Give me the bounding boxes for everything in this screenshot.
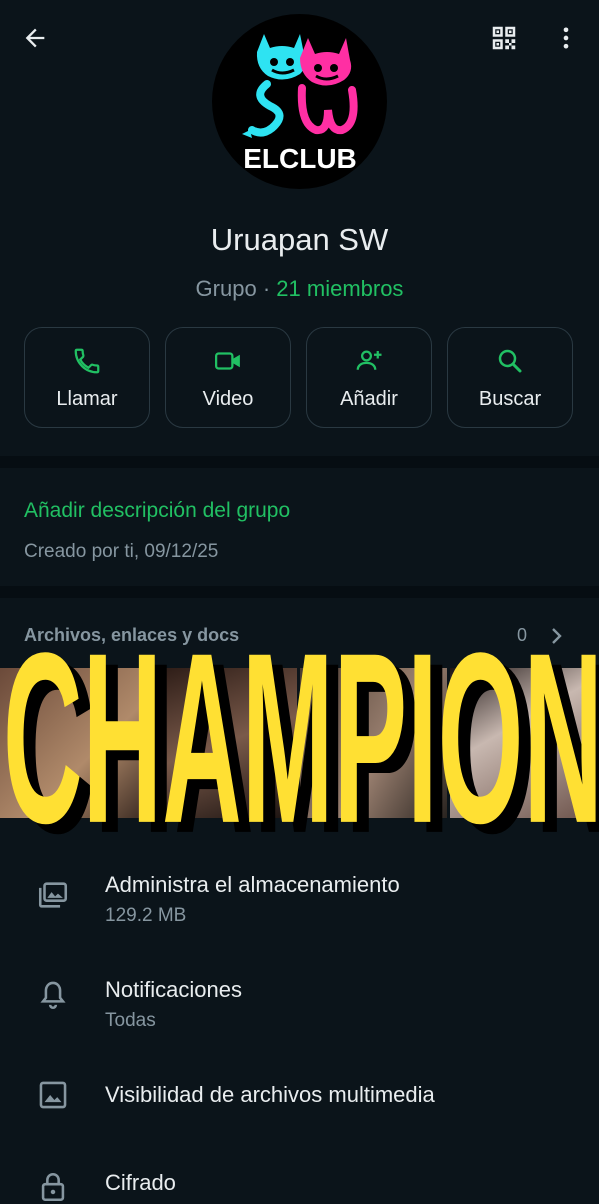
call-button[interactable]: Llamar bbox=[24, 327, 150, 428]
more-vert-icon bbox=[563, 27, 569, 49]
qr-code-icon bbox=[492, 26, 516, 50]
add-description-link[interactable]: Añadir descripción del grupo bbox=[24, 499, 290, 523]
storage-icon bbox=[38, 882, 68, 908]
group-type: Grupo bbox=[195, 276, 257, 301]
video-label: Video bbox=[202, 388, 254, 410]
storage-size: 129.2 MB bbox=[105, 905, 187, 926]
champion-text: CHAMPION bbox=[3, 603, 599, 860]
video-icon bbox=[215, 352, 240, 370]
members-count[interactable]: 21 miembros bbox=[276, 276, 403, 301]
encryption-title: Cifrado bbox=[105, 1170, 176, 1195]
lock-icon bbox=[41, 1173, 65, 1202]
image-icon bbox=[39, 1081, 67, 1109]
back-button[interactable] bbox=[15, 18, 55, 58]
group-name[interactable]: Uruapan SW bbox=[0, 222, 599, 258]
notifications-value: Todas bbox=[105, 1010, 156, 1031]
qr-code-button[interactable] bbox=[484, 18, 524, 58]
logo-text: ELCLUB bbox=[243, 143, 357, 174]
media-visibility-title: Visibilidad de archivos multimedia bbox=[105, 1082, 435, 1107]
more-options-button[interactable] bbox=[546, 18, 586, 58]
add-member-label: Añadir bbox=[340, 388, 398, 410]
champion-sticker: CHAMPION CHAMPION bbox=[3, 603, 599, 860]
subtitle-separator: · bbox=[262, 276, 271, 301]
group-subtitle: Grupo · 21 miembros bbox=[0, 276, 599, 302]
group-avatar[interactable]: ELCLUB bbox=[212, 14, 387, 189]
search-label: Buscar bbox=[478, 388, 542, 410]
video-button[interactable]: Video bbox=[165, 327, 291, 428]
notifications-title: Notificaciones bbox=[105, 977, 242, 1002]
bell-icon bbox=[40, 981, 66, 1009]
search-button[interactable]: Buscar bbox=[447, 327, 573, 428]
add-member-button[interactable]: Añadir bbox=[306, 327, 432, 428]
storage-title: Administra el almacenamiento bbox=[105, 872, 400, 897]
call-label: Llamar bbox=[56, 388, 118, 410]
elclub-logo: ELCLUB bbox=[242, 34, 358, 174]
search-icon bbox=[498, 349, 522, 373]
add-person-icon bbox=[356, 350, 382, 370]
section-divider bbox=[0, 456, 599, 468]
phone-icon bbox=[74, 348, 100, 374]
arrow-left-icon bbox=[25, 28, 45, 48]
